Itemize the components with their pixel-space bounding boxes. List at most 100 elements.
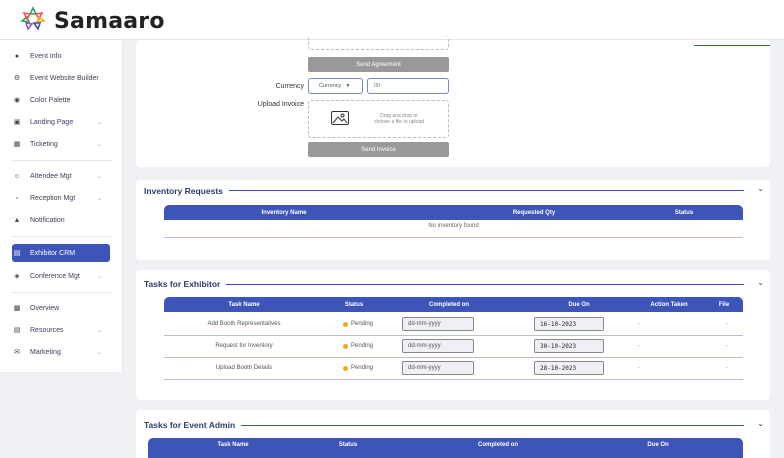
inventory-requests-card: Inventory Requests ⌄ Inventory Name Requ…: [136, 180, 770, 260]
sidebar-item-label: Attendee Mgt: [30, 172, 72, 180]
table-row-divider: [164, 237, 743, 238]
status-text: Pending: [350, 321, 374, 327]
agreement-card: Send Agreement Currency Currency ▼ Uploa…: [136, 36, 770, 167]
status-cell: Pending: [328, 313, 388, 335]
section-divider: [236, 425, 744, 426]
bell-icon: ▲: [13, 216, 21, 224]
task-name-cell: Request for Inventory: [215, 343, 273, 349]
status-dot-icon: [342, 321, 348, 327]
section-divider: [220, 284, 744, 285]
sidebar-item-label: Exhibitor CRM: [30, 249, 76, 257]
status-text: Pending: [350, 343, 374, 349]
sidebar-item-attendee-mgt[interactable]: ☺ Attendee Mgt ⌄: [12, 167, 112, 185]
status-cell: Pending: [328, 357, 388, 379]
chevron-down-icon: ⌄: [96, 273, 102, 280]
sidebar-item-label: Ticketing: [30, 140, 58, 148]
column-header: Completed on: [478, 442, 518, 448]
conference-icon: ◈: [14, 273, 20, 280]
admin-tasks-table-header: Task Name Status Completed on Due On: [148, 438, 743, 458]
exhibitor-icon: ▤: [13, 250, 21, 257]
file-cell: -: [726, 365, 728, 371]
chevron-down-icon: ⌄: [96, 173, 102, 180]
sidebar-item-event-website-builder[interactable]: ⚙ Event Website Builder: [12, 69, 112, 87]
file-cell: -: [726, 343, 728, 349]
sidebar-item-label: Event Info: [30, 52, 62, 60]
sidebar-item-label: Conference Mgt: [30, 272, 80, 280]
chevron-down-icon: ⌄: [96, 141, 102, 148]
task-name-cell: Add Booth Representatives: [207, 321, 281, 327]
sidebar-divider: [12, 236, 112, 237]
sidebar-item-notification[interactable]: ▲ Notification: [12, 211, 112, 229]
section-line: [694, 45, 770, 46]
column-header: Task Name: [228, 301, 260, 308]
sidebar-item-reception-mgt[interactable]: ▫ Reception Mgt ⌄: [12, 189, 112, 207]
builder-icon: ⚙: [13, 75, 21, 82]
ticket-icon: ▦: [13, 141, 21, 148]
due-on-input[interactable]: 28-10-2023: [534, 361, 604, 375]
column-header: Inventory Name: [261, 209, 307, 216]
chevron-down-icon[interactable]: ⌄: [757, 278, 764, 287]
sidebar-item-overview[interactable]: ▩ Overview: [12, 299, 112, 317]
overview-icon: ▩: [13, 305, 21, 312]
sidebar-item-ticketing[interactable]: ▦ Ticketing ⌄: [12, 135, 112, 153]
tasks-exhibitor-card: Tasks for Exhibitor ⌄ Task Name Status C…: [136, 270, 770, 400]
sidebar-item-resources[interactable]: ▤ Resources ⌄: [12, 321, 112, 339]
chevron-down-icon: ⌄: [96, 119, 102, 126]
due-on-input[interactable]: 30-10-2023: [534, 339, 604, 353]
agreement-drop-area[interactable]: [308, 36, 449, 50]
column-header: Status: [338, 442, 358, 448]
drop-text-line-2: choose a file to upload: [373, 119, 425, 125]
sidebar-item-label: Reception Mgt: [30, 194, 76, 202]
status-dot-icon: [342, 343, 348, 349]
section-title: Tasks for Event Admin: [144, 420, 242, 430]
table-row-divider: [164, 379, 743, 380]
section-title: Inventory Requests: [144, 186, 229, 196]
image-upload-icon: [331, 111, 349, 125]
file-cell: -: [726, 321, 728, 327]
empty-state-text: No inventory found: [428, 223, 479, 229]
tasks-table-header: Task Name Status Completed on Due On Act…: [164, 297, 743, 312]
chevron-down-icon[interactable]: ⌄: [757, 419, 764, 428]
completed-on-input[interactable]: dd-mm-yyyy: [402, 339, 474, 353]
invoice-drop-area[interactable]: Drag and drop or choose a file to upload: [308, 100, 449, 138]
tasks-admin-card: Tasks for Event Admin ⌄ Task Name Status…: [136, 410, 770, 458]
column-header: File: [718, 301, 730, 308]
sidebar-item-conference-mgt[interactable]: ◈ Conference Mgt ⌄: [12, 267, 112, 285]
send-invoice-button[interactable]: Send Invoice: [308, 142, 449, 157]
completed-on-input[interactable]: dd-mm-yyyy: [402, 361, 474, 375]
chevron-down-icon: ⌄: [96, 349, 102, 356]
column-header: Action Taken: [650, 301, 688, 308]
sidebar-item-color-palette[interactable]: ◉ Color Palette: [12, 91, 112, 109]
status-text: Pending: [350, 365, 374, 371]
due-on-input[interactable]: 16-10-2023: [534, 317, 604, 331]
inventory-table-header: Inventory Name Requested Qty Status: [164, 205, 743, 220]
sidebar-item-label: Event Website Builder: [30, 74, 99, 82]
marketing-icon: ✉: [14, 349, 20, 356]
chevron-down-icon[interactable]: ⌄: [757, 184, 764, 193]
column-header: Due On: [568, 301, 590, 308]
status-cell: Pending: [328, 335, 388, 357]
sidebar-item-marketing[interactable]: ✉ Marketing ⌄: [12, 343, 112, 361]
send-agreement-button[interactable]: Send Agreement: [308, 57, 449, 72]
column-header: Task Name: [217, 442, 249, 448]
samaaro-logo-icon: [20, 6, 46, 37]
action-taken-cell: -: [638, 365, 640, 371]
sidebar-item-event-info[interactable]: ● Event Info: [12, 47, 112, 65]
sidebar-item-label: Color Palette: [30, 96, 71, 104]
upload-invoice-label: Upload Invoice: [257, 101, 304, 108]
completed-on-input[interactable]: dd-mm-yyyy: [402, 317, 474, 331]
task-name-cell: Upload Booth Details: [215, 365, 273, 371]
column-header: Completed on: [429, 301, 469, 308]
reception-icon: ▫: [15, 194, 19, 202]
sidebar-item-exhibitor-crm[interactable]: ▤ Exhibitor CRM: [12, 244, 110, 262]
sidebar-item-label: Landing Page: [30, 118, 74, 126]
logo[interactable]: Samaaro: [20, 6, 165, 37]
amount-input[interactable]: [367, 78, 449, 94]
info-icon: ●: [14, 52, 20, 60]
section-title: Tasks for Exhibitor: [144, 279, 227, 289]
attendee-icon: ☺: [13, 172, 21, 180]
sidebar-item-landing-page[interactable]: ▣ Landing Page ⌄: [12, 113, 112, 131]
currency-select[interactable]: Currency ▼: [308, 78, 363, 94]
status-dot-icon: [342, 365, 348, 371]
app-name: Samaaro: [54, 9, 165, 34]
